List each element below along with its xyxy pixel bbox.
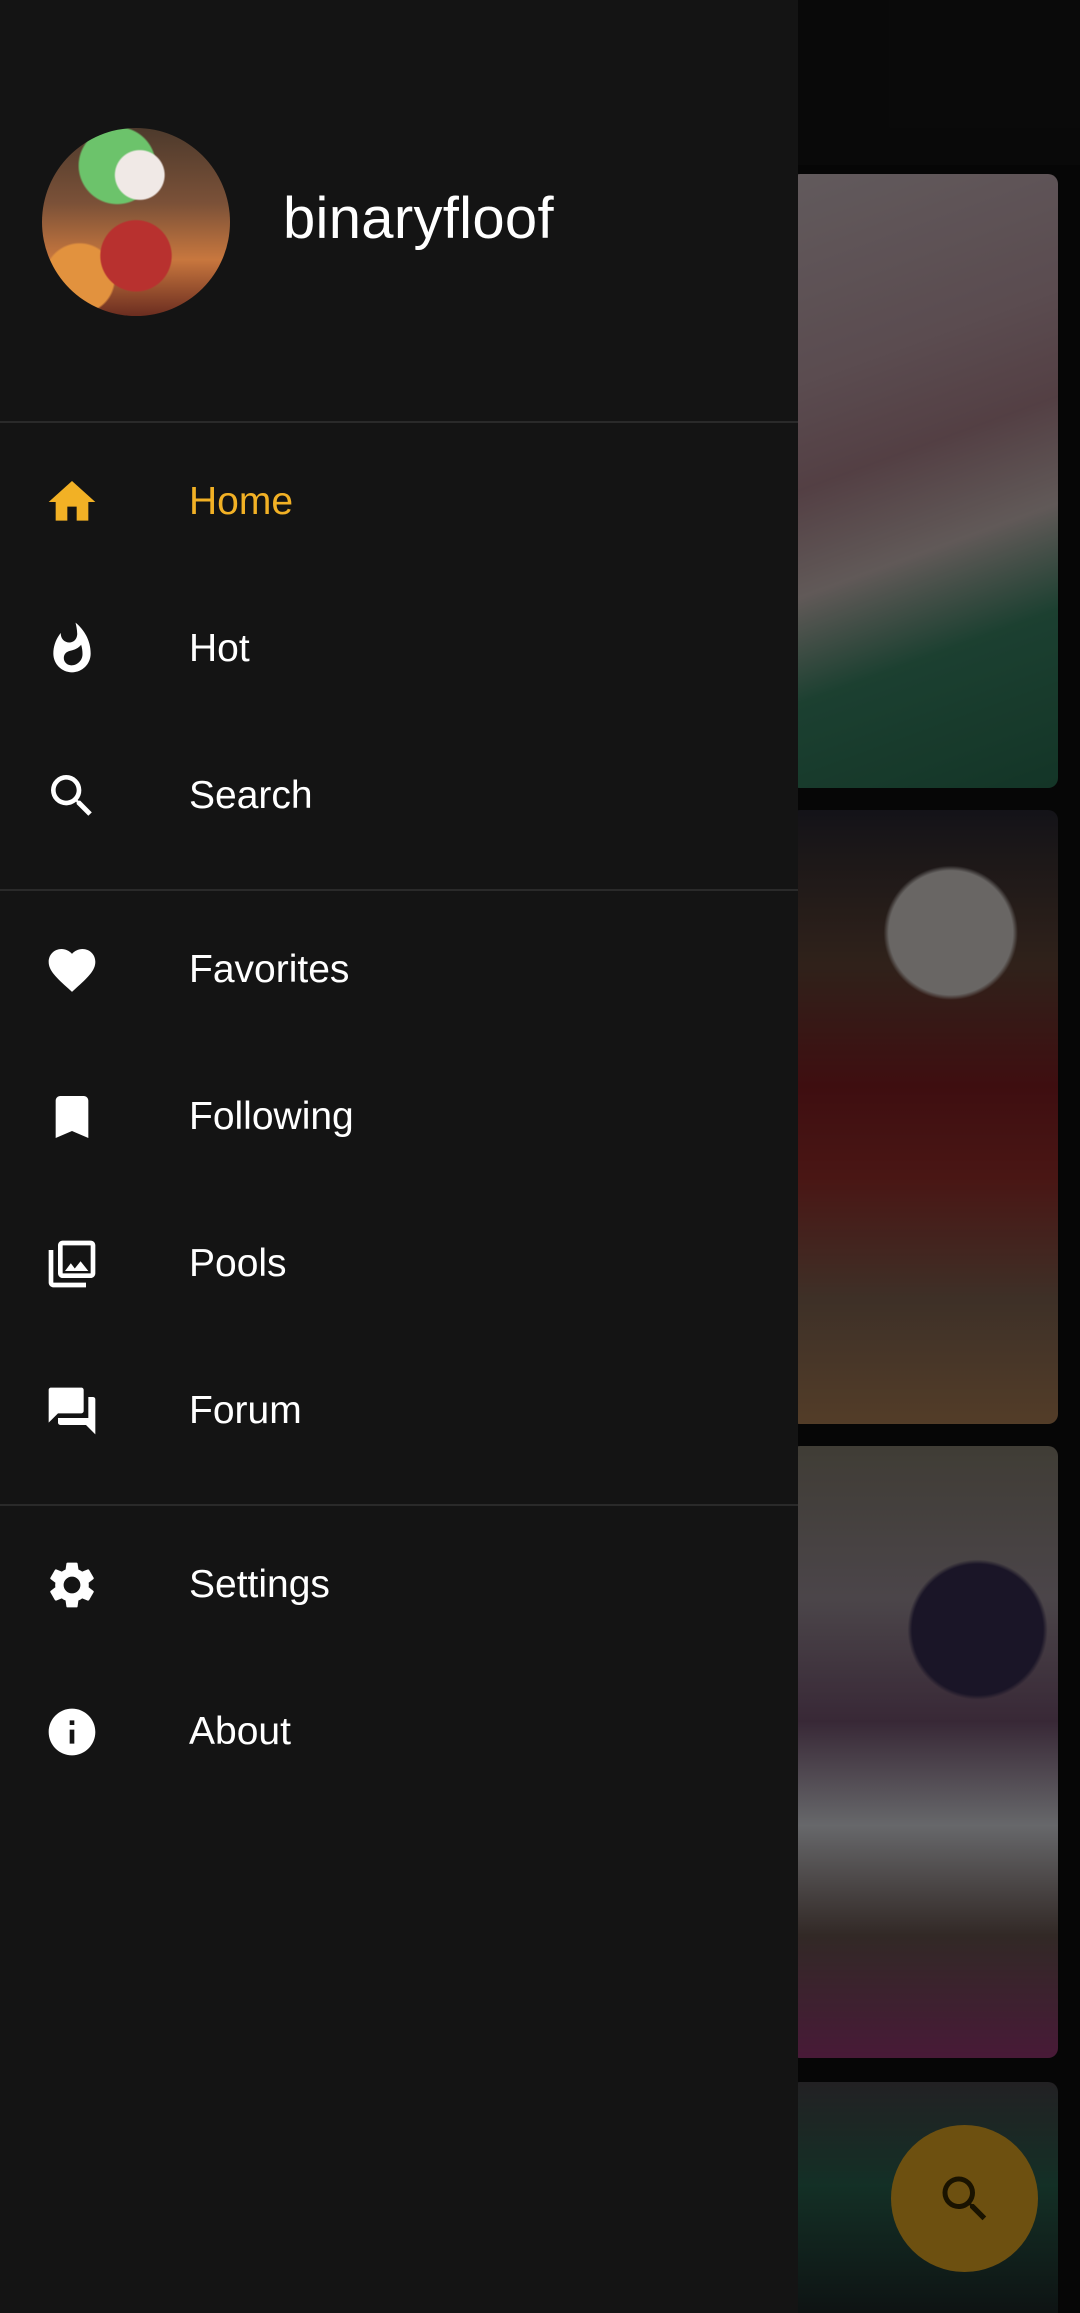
nav-item-hot[interactable]: Hot (0, 575, 798, 722)
nav-item-settings[interactable]: Settings (0, 1511, 798, 1658)
nav-group-collections: Favorites Following Pools Forum (0, 891, 798, 1506)
nav-item-label: Pools (189, 1241, 287, 1285)
nav-item-following[interactable]: Following (0, 1043, 798, 1190)
nav-item-label: Home (189, 479, 294, 523)
fire-icon (44, 621, 100, 677)
drawer-header: binaryfloof (0, 0, 798, 423)
avatar[interactable] (42, 128, 230, 316)
search-icon (44, 768, 100, 824)
gear-icon (44, 1557, 100, 1613)
home-icon (44, 474, 100, 530)
nav-item-forum[interactable]: Forum (0, 1337, 798, 1484)
nav-group-main: Home Hot Search (0, 423, 798, 891)
nav-item-label: Following (189, 1094, 354, 1138)
info-icon (44, 1704, 100, 1760)
nav-item-label: Settings (189, 1562, 330, 1606)
nav-item-label: Favorites (189, 947, 350, 991)
heart-icon (44, 942, 100, 998)
photo-library-icon (44, 1236, 100, 1292)
nav-group-app: Settings About (0, 1506, 798, 1805)
nav-item-label: About (189, 1709, 291, 1753)
navigation-drawer: binaryfloof Home Hot Search Favorites Fo… (0, 0, 798, 2313)
nav-item-search[interactable]: Search (0, 722, 798, 869)
nav-item-label: Forum (189, 1388, 302, 1432)
bookmark-icon (44, 1089, 100, 1145)
forum-icon (44, 1383, 100, 1439)
username: binaryfloof (283, 186, 554, 251)
nav-item-favorites[interactable]: Favorites (0, 896, 798, 1043)
nav-item-home[interactable]: Home (0, 428, 798, 575)
nav-item-label: Search (189, 773, 313, 817)
nav-item-about[interactable]: About (0, 1658, 798, 1805)
nav-item-pools[interactable]: Pools (0, 1190, 798, 1337)
nav-item-label: Hot (189, 626, 250, 670)
